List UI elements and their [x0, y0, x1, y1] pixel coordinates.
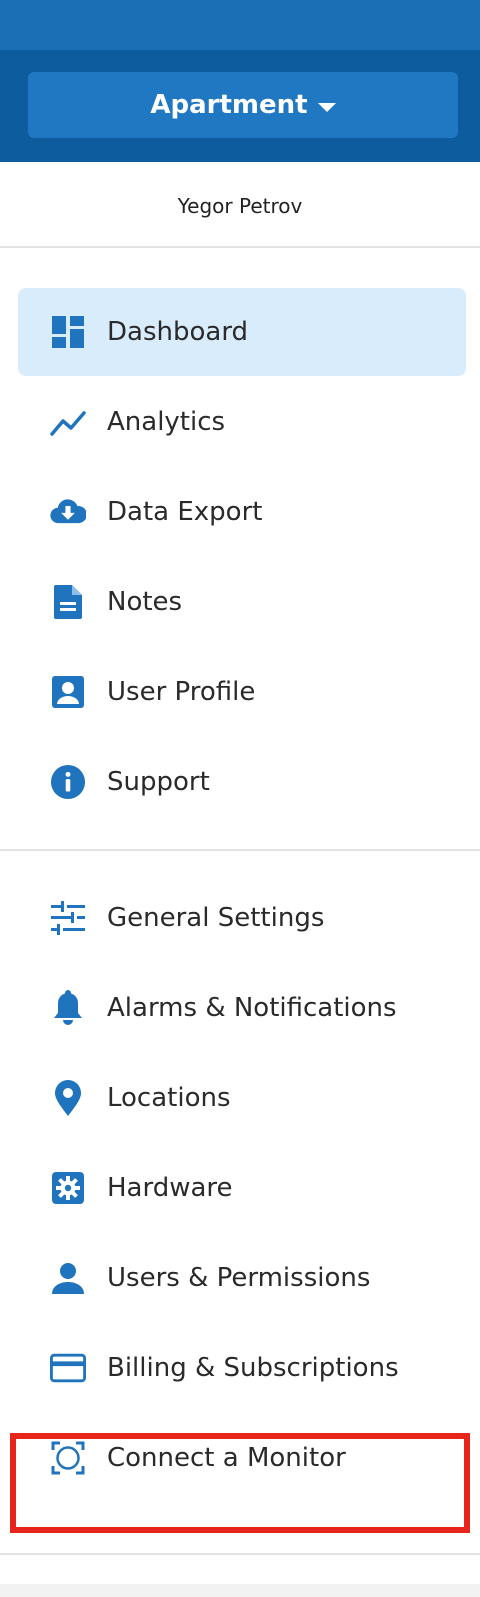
nav-label: Locations	[107, 1083, 231, 1113]
nav-item-billing-subscriptions[interactable]: Billing & Subscriptions	[18, 1324, 466, 1412]
person-icon	[50, 1260, 86, 1296]
nav-item-general-settings[interactable]: General Settings	[18, 874, 466, 962]
bell-icon	[50, 990, 86, 1026]
map-pin-icon	[50, 1080, 86, 1116]
monitor-scan-icon	[50, 1440, 86, 1476]
nav-item-locations[interactable]: Locations	[18, 1054, 466, 1142]
document-icon	[50, 584, 86, 620]
nav-item-alarms-notifications[interactable]: Alarms & Notifications	[18, 964, 466, 1052]
caret-down-icon	[317, 102, 336, 112]
cloud-download-icon	[50, 494, 86, 530]
nav-label: Analytics	[107, 407, 226, 437]
divider	[0, 849, 480, 851]
trending-line-icon	[50, 404, 86, 440]
nav-item-connect-monitor[interactable]: Connect a Monitor	[18, 1414, 466, 1502]
bottom-edge	[0, 1584, 480, 1597]
nav-label: User Profile	[107, 677, 256, 707]
user-name: Yegor Petrov	[177, 194, 303, 218]
nav-label: General Settings	[107, 903, 325, 933]
nav-item-support[interactable]: Support	[18, 738, 466, 826]
nav-label: Connect a Monitor	[107, 1443, 346, 1473]
nav-item-hardware[interactable]: Hardware	[18, 1144, 466, 1232]
nav-label: Data Export	[107, 497, 263, 527]
nav-item-dashboard[interactable]: Dashboard	[18, 288, 466, 376]
nav-item-notes[interactable]: Notes	[18, 558, 466, 646]
nav-item-users-permissions[interactable]: Users & Permissions	[18, 1234, 466, 1322]
location-selector-button[interactable]: Apartment	[28, 72, 458, 138]
dashboard-icon	[50, 314, 86, 350]
nav-label: Alarms & Notifications	[107, 993, 397, 1023]
sliders-icon	[50, 900, 86, 936]
gear-icon	[50, 1170, 86, 1206]
nav-item-data-export[interactable]: Data Export	[18, 468, 466, 556]
nav-label: Support	[107, 767, 210, 797]
user-name-row: Yegor Petrov	[0, 162, 480, 250]
credit-card-icon	[50, 1350, 86, 1386]
app-header: Apartment	[0, 50, 480, 162]
nav-item-analytics[interactable]: Analytics	[18, 378, 466, 466]
nav-label: Dashboard	[107, 317, 249, 347]
nav-label: Notes	[107, 587, 183, 617]
nav-item-user-profile[interactable]: User Profile	[18, 648, 466, 736]
nav-label: Billing & Subscriptions	[107, 1353, 399, 1383]
status-bar	[0, 0, 480, 50]
info-icon	[50, 764, 86, 800]
nav-label: Users & Permissions	[107, 1263, 371, 1293]
nav-label: Hardware	[107, 1173, 233, 1203]
divider	[0, 246, 480, 248]
profile-card-icon	[50, 674, 86, 710]
divider	[0, 1553, 480, 1555]
location-label: Apartment	[150, 90, 308, 120]
